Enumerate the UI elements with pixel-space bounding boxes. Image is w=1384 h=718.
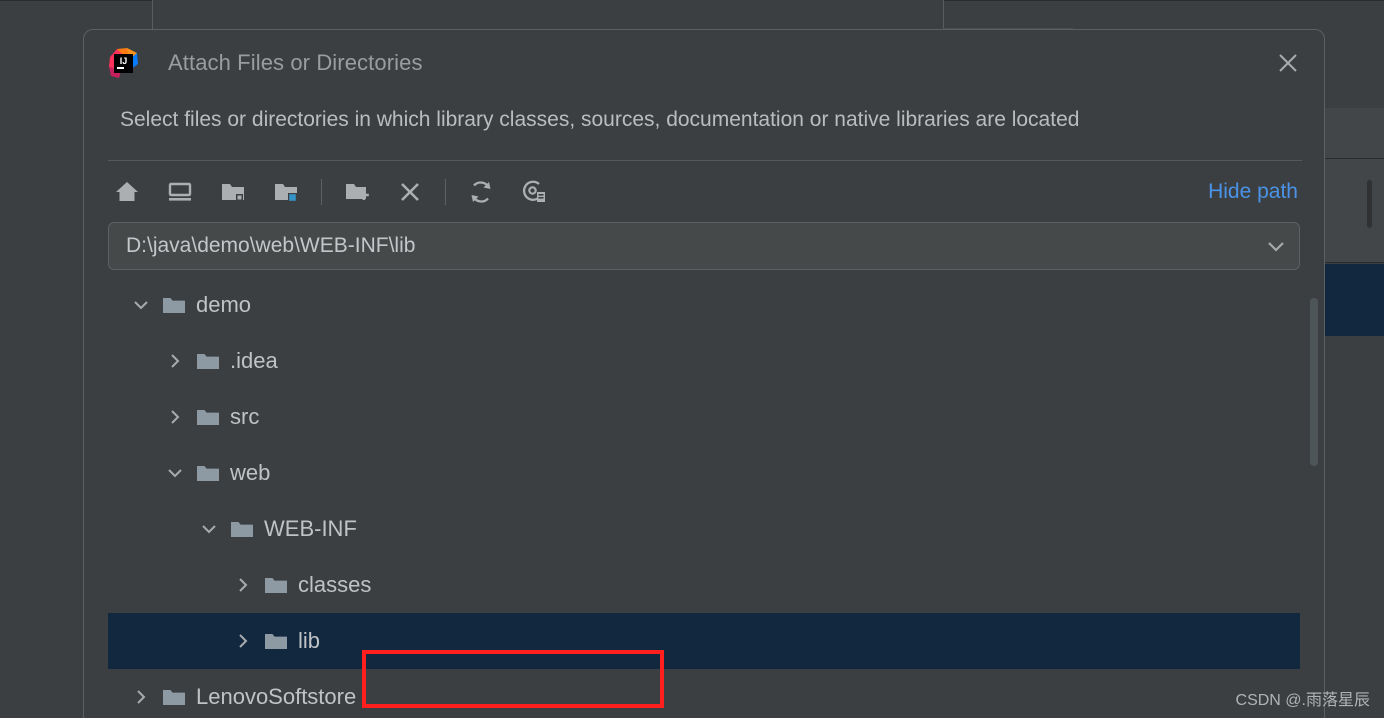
- watermark: CSDN @.雨落星辰: [1235, 692, 1370, 709]
- bg-scrollbar-thumb[interactable]: [1367, 180, 1372, 228]
- home-icon[interactable]: [108, 173, 146, 211]
- toolbar-divider-1: [321, 179, 322, 205]
- bg-panel-divider-3: [1323, 262, 1384, 263]
- chevron-right-icon[interactable]: [128, 684, 154, 710]
- file-chooser-toolbar: Hide path: [108, 168, 1302, 216]
- folder-icon: [196, 407, 220, 427]
- tree-item-label: web: [230, 460, 271, 485]
- new-folder-icon[interactable]: [338, 173, 376, 211]
- tree-row[interactable]: web: [108, 445, 1300, 501]
- dialog-titlebar: IJ Attach Files or Directories: [84, 30, 1324, 94]
- bg-right-panel: [1323, 108, 1384, 263]
- attach-files-dialog: IJ Attach Files or Directories Select fi…: [83, 29, 1325, 718]
- tree-row[interactable]: lib: [108, 613, 1300, 669]
- chevron-right-icon[interactable]: [162, 404, 188, 430]
- chevron-down-icon[interactable]: [128, 292, 154, 318]
- tree-row[interactable]: src: [108, 389, 1300, 445]
- tree-item-label: LenovoSoftstore: [196, 684, 357, 709]
- chevron-right-icon[interactable]: [230, 572, 256, 598]
- bg-selected-item: [1323, 264, 1384, 336]
- tree-item-label: demo: [196, 292, 252, 317]
- chevron-right-icon[interactable]: [230, 628, 256, 654]
- hide-path-link[interactable]: Hide path: [1208, 180, 1302, 204]
- tree-row[interactable]: LenovoSoftstore: [108, 669, 1300, 718]
- dialog-title: Attach Files or Directories: [168, 50, 423, 75]
- tree-row[interactable]: demo: [108, 277, 1300, 333]
- folder-project-icon[interactable]: [267, 173, 305, 211]
- tree-row[interactable]: WEB-INF: [108, 501, 1300, 557]
- path-input-field[interactable]: D:\java\demo\web\WEB-INF\lib: [108, 222, 1300, 270]
- tree-item-label: WEB-INF: [264, 516, 357, 541]
- tree-row[interactable]: .idea: [108, 333, 1300, 389]
- close-icon[interactable]: [1272, 47, 1304, 79]
- delete-icon[interactable]: [391, 173, 429, 211]
- folder-icon: [264, 575, 288, 595]
- folder-icon: [230, 519, 254, 539]
- refresh-icon[interactable]: [462, 173, 500, 211]
- folder-icon: [162, 687, 186, 707]
- tree-item-label: lib: [298, 628, 321, 653]
- dialog-description: Select files or directories in which lib…: [120, 108, 1080, 131]
- tree-item-label: src: [230, 404, 260, 429]
- folder-icon: [196, 463, 220, 483]
- tree-item-label: classes: [298, 572, 372, 597]
- desktop-icon[interactable]: [161, 173, 199, 211]
- folder-module-icon[interactable]: [214, 173, 252, 211]
- toolbar-separator-line: [108, 160, 1302, 161]
- svg-text:IJ: IJ: [120, 56, 128, 66]
- folder-icon: [264, 631, 288, 651]
- show-hidden-files-icon[interactable]: [515, 173, 553, 211]
- directory-tree[interactable]: demo .idea src web WEB-INF classes lib LenovoSo…: [108, 277, 1300, 718]
- chevron-right-icon[interactable]: [162, 348, 188, 374]
- chevron-down-icon[interactable]: [1253, 234, 1299, 258]
- tree-item-label: .idea: [230, 348, 278, 373]
- tree-scrollbar-thumb[interactable]: [1310, 298, 1318, 466]
- path-input-value[interactable]: D:\java\demo\web\WEB-INF\lib: [109, 234, 1253, 258]
- tree-row[interactable]: classes: [108, 557, 1300, 613]
- intellij-idea-logo-icon: IJ: [107, 47, 139, 79]
- folder-icon: [162, 295, 186, 315]
- folder-icon: [196, 351, 220, 371]
- chevron-down-icon[interactable]: [196, 516, 222, 542]
- chevron-down-icon[interactable]: [162, 460, 188, 486]
- bg-panel-divider-2: [1323, 158, 1384, 159]
- toolbar-divider-2: [445, 179, 446, 205]
